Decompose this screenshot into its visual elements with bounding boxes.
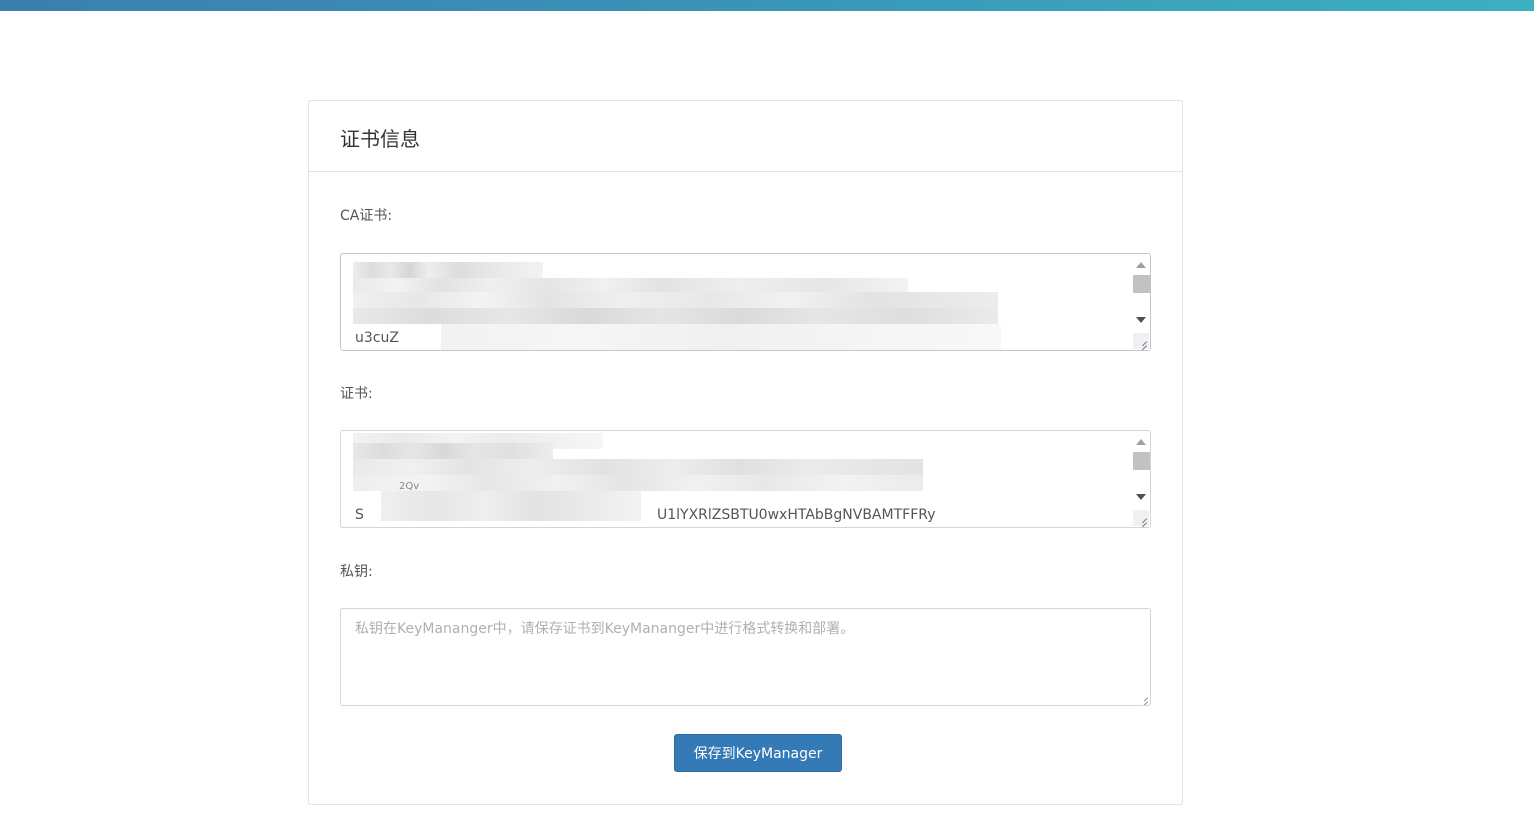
cert-textarea[interactable]: S U1lYXRlZSBTU0wxHTAbBgNVBAMTFFRy 2Qv bbox=[340, 430, 1151, 528]
private-key-placeholder: 私钥在KeyMananger中，请保存证书到KeyMananger中进行格式转换… bbox=[355, 621, 855, 637]
resize-handle-icon[interactable] bbox=[1133, 333, 1149, 349]
private-key-textarea[interactable]: 私钥在KeyMananger中，请保存证书到KeyMananger中进行格式转换… bbox=[340, 608, 1151, 706]
top-accent-bar bbox=[0, 0, 1534, 11]
ca-cert-label: CA证书: bbox=[340, 208, 393, 224]
ca-cert-textarea[interactable]: u3cuZ bbox=[340, 253, 1151, 351]
scroll-down-arrow-icon[interactable] bbox=[1136, 317, 1146, 323]
resize-handle-icon[interactable] bbox=[1136, 691, 1148, 703]
cert-text-fragment-start: S bbox=[355, 507, 364, 523]
scroll-up-arrow-icon[interactable] bbox=[1136, 262, 1146, 268]
scroll-up-arrow-icon[interactable] bbox=[1136, 439, 1146, 445]
scroll-thumb[interactable] bbox=[1133, 275, 1150, 293]
panel-title: 证书信息 bbox=[340, 127, 420, 151]
cert-text-fragment-mid: 2Qv bbox=[399, 481, 420, 492]
scroll-thumb[interactable] bbox=[1133, 452, 1150, 470]
certificate-info-panel: 证书信息 CA证书: u3cuZ 证书: S U1lYXRlZSBTU0wxHT… bbox=[308, 100, 1183, 805]
scroll-down-arrow-icon[interactable] bbox=[1136, 494, 1146, 500]
save-to-keymanager-button[interactable]: 保存到KeyManager bbox=[674, 734, 842, 772]
private-key-label: 私钥: bbox=[340, 564, 373, 580]
cert-text-fragment-end: U1lYXRlZSBTU0wxHTAbBgNVBAMTFFRy bbox=[657, 507, 936, 523]
ca-cert-text-fragment: u3cuZ bbox=[355, 330, 399, 346]
panel-header: 证书信息 bbox=[309, 101, 1182, 172]
resize-handle-icon[interactable] bbox=[1133, 510, 1149, 526]
cert-label: 证书: bbox=[340, 386, 373, 402]
